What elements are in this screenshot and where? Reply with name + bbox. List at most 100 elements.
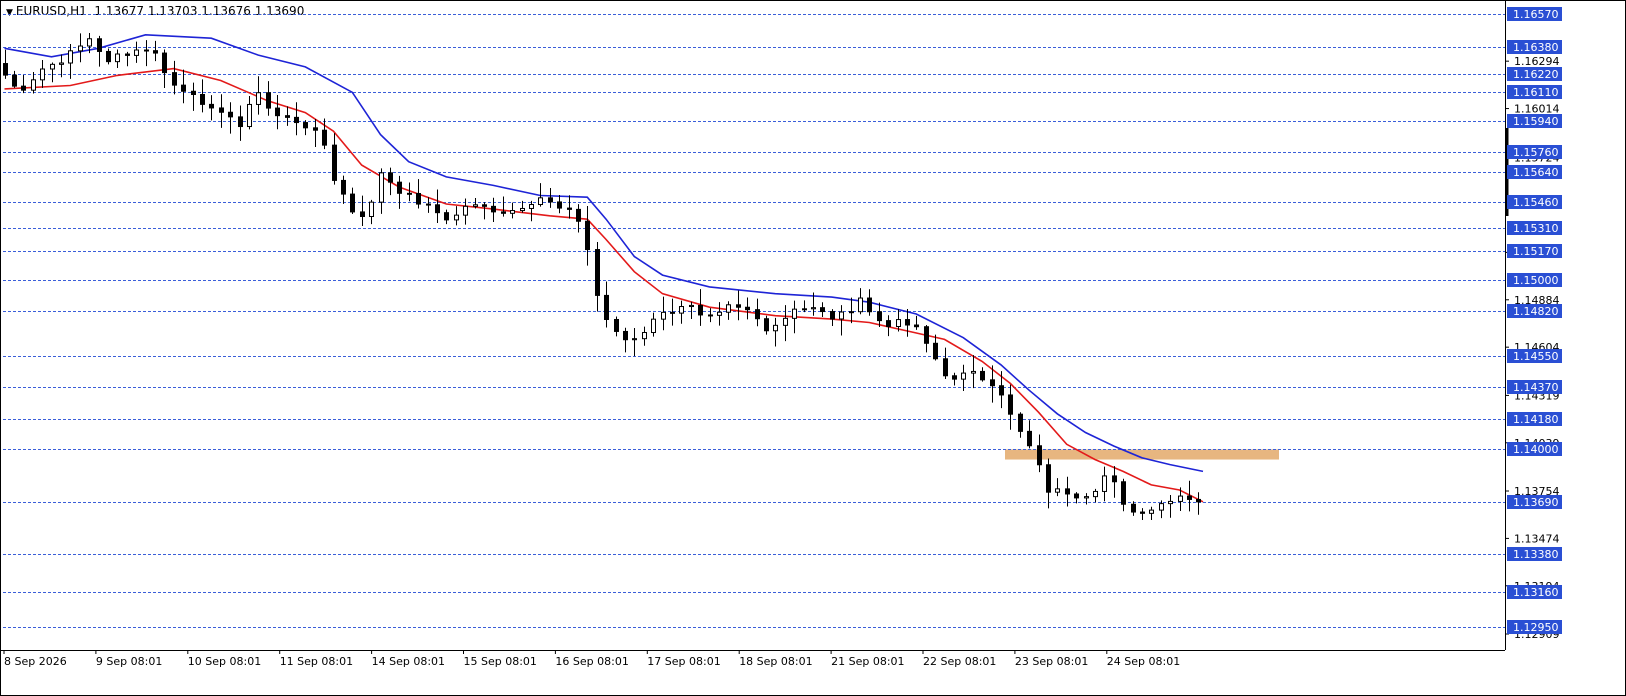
candle-bull bbox=[961, 372, 966, 380]
candle-bear bbox=[209, 103, 214, 109]
candle-bear bbox=[980, 370, 985, 381]
candle-bear bbox=[172, 72, 177, 86]
candle-bear bbox=[585, 220, 590, 251]
candle-bull bbox=[839, 311, 844, 320]
candle-bear bbox=[1008, 394, 1013, 415]
candle-bear bbox=[238, 116, 243, 128]
candle-bull bbox=[87, 38, 92, 47]
time-axis: 8 Sep 2026 9 Sep 08:01 10 Sep 08:01 11 Sep … bbox=[3, 650, 1180, 668]
candle-bull bbox=[463, 205, 468, 216]
candle-bear bbox=[491, 205, 496, 213]
level-label: 1.15460 bbox=[1513, 196, 1559, 209]
candle-bull bbox=[689, 304, 694, 308]
candle-bear bbox=[886, 320, 891, 328]
candle-bull bbox=[792, 308, 797, 319]
candle-bull bbox=[811, 307, 816, 310]
candle-bull bbox=[661, 311, 666, 320]
time-label: 16 Sep 08:01 bbox=[555, 655, 628, 668]
candle-bull bbox=[40, 68, 45, 81]
candle-bull bbox=[849, 311, 854, 314]
candle-bear bbox=[1187, 495, 1192, 500]
candle-bear bbox=[294, 116, 299, 124]
price-scale: 1.162941.160141.157241.151641.148841.146… bbox=[1505, 7, 1562, 641]
level-label: 1.16220 bbox=[1513, 68, 1559, 81]
candle-bear bbox=[736, 304, 741, 308]
candle-bull bbox=[1178, 495, 1183, 502]
candle-bear bbox=[435, 204, 440, 214]
candle-bull bbox=[858, 297, 863, 313]
candles bbox=[3, 32, 1201, 521]
candle-bear bbox=[313, 127, 318, 131]
time-label: 18 Sep 08:01 bbox=[739, 655, 812, 668]
candle-bull bbox=[642, 332, 647, 340]
time-label: 15 Sep 08:01 bbox=[464, 655, 537, 668]
candle-bull bbox=[1168, 500, 1173, 505]
candle-bear bbox=[990, 379, 995, 387]
candle-bull bbox=[68, 50, 73, 64]
candle-bull bbox=[369, 201, 374, 217]
candle-bear bbox=[1121, 481, 1126, 505]
candle-bear bbox=[924, 326, 929, 344]
candle-bear bbox=[595, 249, 600, 296]
candle-bear bbox=[125, 53, 130, 56]
level-label: 1.15940 bbox=[1513, 115, 1559, 128]
candle-bear bbox=[1131, 503, 1136, 513]
candle-bear bbox=[106, 50, 111, 63]
candle-bear bbox=[21, 85, 26, 91]
level-label: 1.14820 bbox=[1513, 305, 1559, 318]
candle-bear bbox=[144, 49, 149, 52]
candle-bear bbox=[999, 385, 1004, 396]
candle-bear bbox=[426, 203, 431, 206]
level-label: 1.15310 bbox=[1513, 222, 1559, 235]
candle-bear bbox=[1074, 493, 1079, 499]
candle-bear bbox=[745, 306, 750, 311]
level-label: 1.13160 bbox=[1513, 586, 1559, 599]
candle-bear bbox=[285, 115, 290, 118]
level-label: 1.14370 bbox=[1513, 381, 1559, 394]
level-label: 1.15000 bbox=[1513, 274, 1559, 287]
level-label: 1.13380 bbox=[1513, 548, 1559, 561]
candle-bear bbox=[604, 294, 609, 320]
candle-bear bbox=[914, 324, 919, 328]
candle-bear bbox=[614, 318, 619, 332]
level-label: 1.14000 bbox=[1513, 443, 1559, 456]
level-label: 1.12950 bbox=[1513, 621, 1559, 634]
candle-bull bbox=[473, 204, 478, 207]
candle-bull bbox=[896, 319, 901, 328]
price-tick-label: 1.16294 bbox=[1514, 55, 1560, 68]
time-label: 8 Sep 2026 bbox=[4, 655, 67, 668]
candle-bear bbox=[933, 342, 938, 360]
candle-bear bbox=[482, 204, 487, 207]
candle-bear bbox=[755, 309, 760, 320]
candle-bear bbox=[332, 144, 337, 181]
candle-bear bbox=[1046, 464, 1051, 493]
candle-bull bbox=[134, 49, 139, 56]
candle-bear bbox=[1112, 475, 1117, 483]
candle-bear bbox=[905, 319, 910, 326]
candle-bear bbox=[97, 38, 102, 52]
candle-bull bbox=[1149, 509, 1154, 514]
candle-bull bbox=[256, 92, 261, 105]
candle-bull bbox=[1093, 490, 1098, 498]
candle-bull bbox=[773, 324, 778, 332]
candle-bull bbox=[802, 308, 807, 311]
candle-bull bbox=[726, 304, 731, 313]
time-label: 21 Sep 08:01 bbox=[831, 655, 904, 668]
time-label: 24 Sep 08:01 bbox=[1107, 655, 1180, 668]
candle-bull bbox=[679, 306, 684, 314]
candle-bear bbox=[1037, 445, 1042, 466]
candle-bear bbox=[1018, 413, 1023, 432]
candle-bear bbox=[228, 111, 233, 118]
candle-bear bbox=[153, 50, 158, 54]
candle-bear bbox=[764, 318, 769, 332]
candle-bull bbox=[50, 63, 55, 70]
candle-bear bbox=[670, 311, 675, 314]
candle-bull bbox=[529, 204, 534, 209]
candle-bear bbox=[576, 208, 581, 222]
price-tick-label: 1.13474 bbox=[1514, 532, 1560, 545]
price-chart[interactable]: 1.162941.160141.157241.151641.148841.146… bbox=[0, 0, 1626, 696]
candle-bear bbox=[548, 197, 553, 203]
candle-bear bbox=[191, 90, 196, 95]
candle-bull bbox=[538, 197, 543, 206]
level-label: 1.15170 bbox=[1513, 245, 1559, 258]
